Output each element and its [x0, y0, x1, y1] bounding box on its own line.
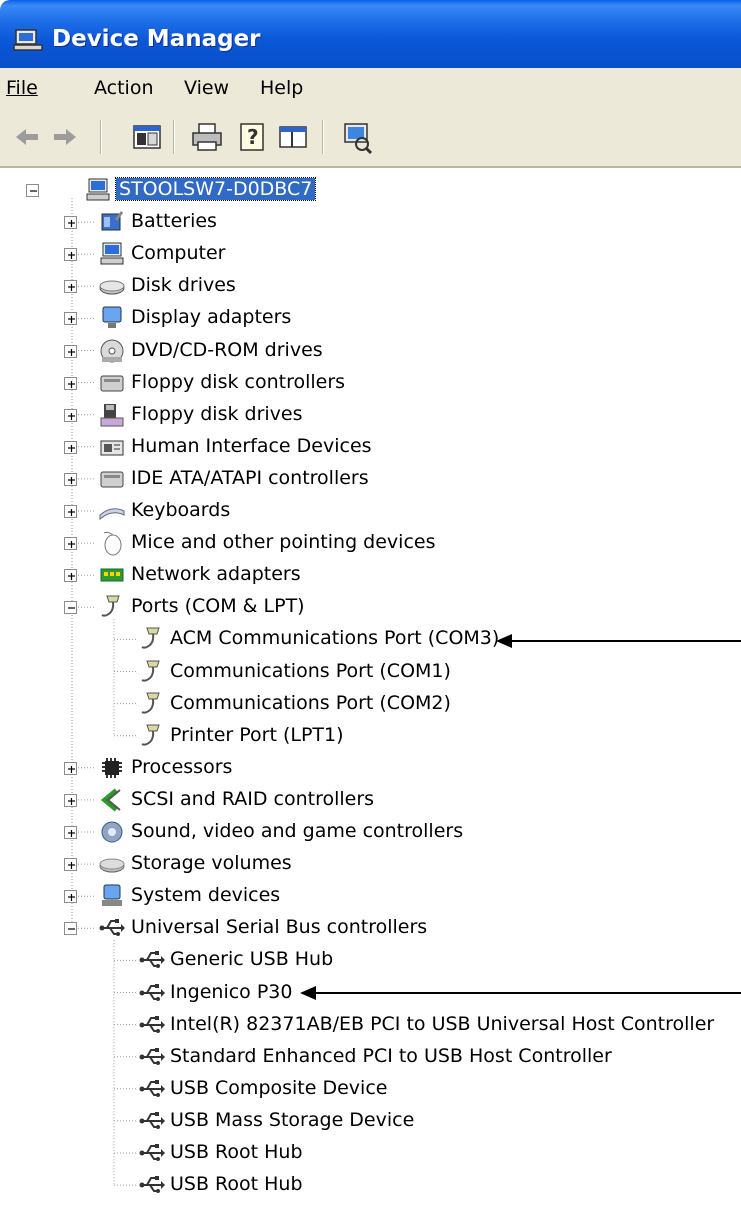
device-tree[interactable]: STOOLSW7-D0DBC7 Batteries Computer Disk dri… — [0, 168, 741, 1212]
menu-help-label: Help — [260, 77, 304, 99]
computer-icon — [13, 29, 43, 51]
menu-file-label: File — [6, 77, 38, 99]
menu-view[interactable]: View — [184, 77, 229, 99]
menu-file[interactable]: File — [6, 77, 38, 99]
back-arrow-icon[interactable] — [10, 120, 44, 154]
forward-arrow-icon[interactable] — [48, 120, 82, 154]
svg-text:?: ? — [247, 125, 259, 149]
menu-action[interactable]: Action — [94, 77, 154, 99]
menu-action-label: Action — [94, 77, 154, 99]
toolbar-separator — [322, 120, 324, 154]
menu-help[interactable]: Help — [260, 77, 303, 99]
annotation-arrowhead — [496, 634, 512, 648]
help-icon[interactable]: ? — [236, 120, 270, 154]
menu-bar: File Action View Help — [0, 68, 741, 109]
properties-icon[interactable] — [276, 120, 310, 154]
print-icon[interactable] — [190, 120, 224, 154]
window-title: Device Manager — [52, 26, 261, 52]
scan-hardware-icon[interactable] — [340, 120, 374, 154]
properties-console-icon[interactable] — [130, 120, 164, 154]
toolbar-separator — [100, 120, 102, 154]
toolbar-separator — [173, 120, 175, 154]
toolbar: ? — [0, 108, 741, 168]
device-manager-window: Device Manager File Action View Help ? S… — [0, 0, 741, 1212]
annotation-arrows — [300, 634, 741, 1000]
annotation-arrowhead — [300, 986, 316, 1000]
menu-view-label: View — [184, 77, 230, 99]
title-bar[interactable]: Device Manager — [0, 0, 741, 68]
